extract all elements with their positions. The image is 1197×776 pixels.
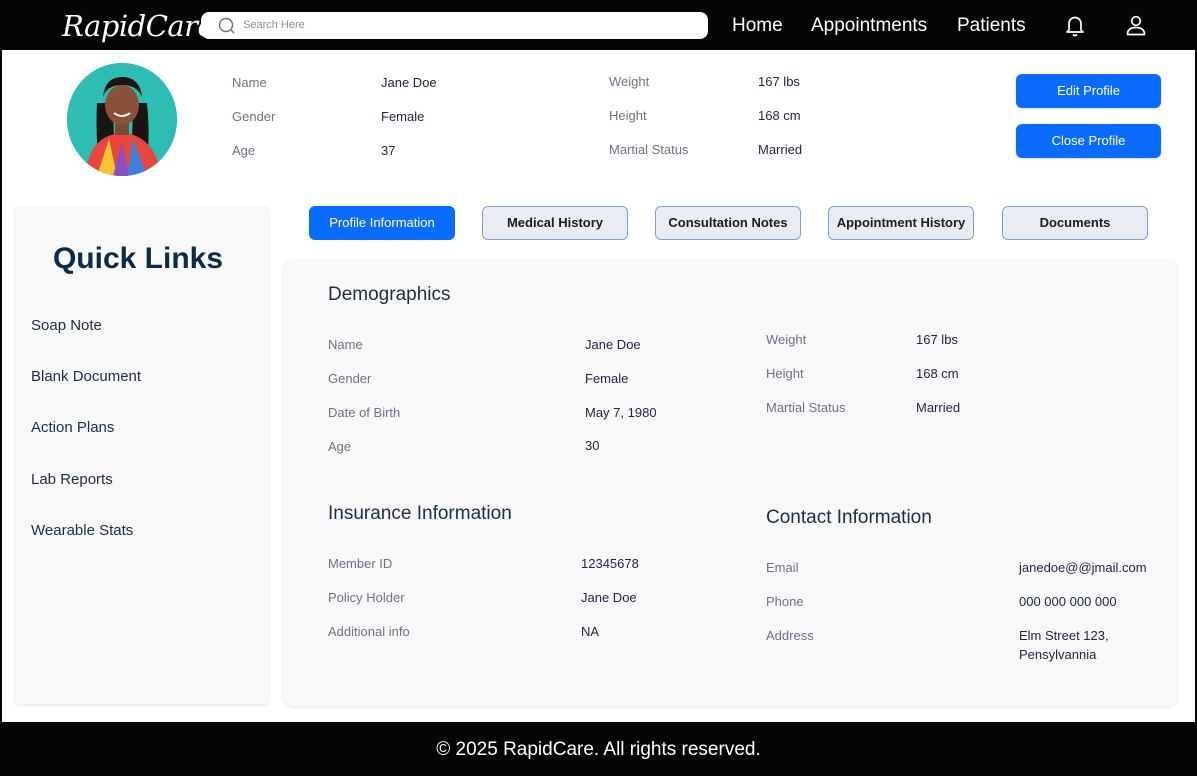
contact-email[interactable]: janedoe@@jmail.com (1019, 560, 1147, 576)
contact-address-line1: Elm Street 123, (1019, 628, 1109, 643)
footer-copyright: © 2025 RapidCare. All rights reserved. (436, 739, 761, 760)
demo-gender-label: Gender (328, 371, 372, 386)
bell-icon[interactable] (1063, 13, 1087, 37)
profile-name: Jane Doe (381, 75, 437, 90)
contact-email-label: Email (766, 560, 799, 575)
demo-height-label: Height (766, 366, 804, 381)
demo-gender: Female (585, 371, 629, 386)
brand-logo[interactable]: RapidCare (62, 8, 215, 44)
tab-documents[interactable]: Documents (1002, 206, 1148, 240)
quick-links-panel: Quick Links Soap Note Blank Document Act… (16, 207, 268, 704)
quick-link-soap-note[interactable]: Soap Note (31, 317, 102, 335)
profile-weight: 167 lbs (758, 74, 800, 89)
quick-link-lab-reports[interactable]: Lab Reports (31, 471, 113, 489)
demo-weight-label: Weight (766, 332, 807, 347)
tab-profile-information[interactable]: Profile Information (309, 206, 455, 240)
insurance-additional-label: Additional info (328, 624, 410, 639)
avatar (67, 63, 177, 176)
quick-link-action-plans[interactable]: Action Plans (31, 419, 114, 437)
profile-name-label: Name (232, 75, 267, 90)
profile-weight-label: Weight (609, 74, 650, 89)
demo-dob-label: Date of Birth (328, 405, 401, 420)
insurance-holder-label: Policy Holder (328, 590, 405, 605)
contact-phone: 000 000 000 000 (1019, 594, 1117, 609)
demo-marital-label: Martial Status (766, 400, 846, 415)
demo-name: Jane Doe (585, 337, 641, 352)
demo-height: 168 cm (916, 366, 959, 381)
tab-appointment-history[interactable]: Appointment History (828, 206, 974, 240)
demographics-title: Demographics (328, 284, 451, 305)
quick-link-wearable-stats[interactable]: Wearable Stats (31, 522, 133, 540)
contact-phone-label: Phone (766, 594, 804, 609)
profile-height-label: Height (609, 108, 647, 123)
patient-photo (67, 63, 177, 176)
search-bar[interactable]: Search Here (201, 12, 708, 39)
insurance-member-id: 12345678 (581, 556, 639, 571)
demo-age-label: Age (328, 439, 352, 454)
insurance-member-label: Member ID (328, 556, 393, 571)
profile-height: 168 cm (758, 108, 801, 123)
profile-gender: Female (381, 109, 425, 124)
quick-link-blank-document[interactable]: Blank Document (31, 368, 141, 386)
top-nav: RapidCare Search Here Home Appointments … (0, 0, 1197, 50)
profile-marital: Married (758, 142, 803, 157)
profile-age: 37 (381, 143, 396, 158)
profile-age-label: Age (232, 143, 256, 158)
edit-profile-button[interactable]: Edit Profile (1016, 74, 1161, 108)
demo-name-label: Name (328, 337, 363, 352)
demo-weight: 167 lbs (916, 332, 958, 347)
insurance-additional-info: NA (581, 624, 600, 639)
profile-information-card: Demographics Name Jane Doe Gender Female… (284, 260, 1177, 706)
nav-appointments[interactable]: Appointments (811, 14, 927, 38)
search-input[interactable]: Search Here (243, 18, 305, 32)
demo-age: 30 (585, 438, 600, 453)
insurance-title: Insurance Information (328, 503, 512, 524)
nav-home[interactable]: Home (732, 14, 783, 38)
contact-address-line2: Pensylvannia (1019, 647, 1097, 662)
demo-dob: May 7, 1980 (585, 405, 657, 420)
tab-medical-history[interactable]: Medical History (482, 206, 628, 240)
user-icon[interactable] (1124, 13, 1148, 37)
demo-marital: Married (916, 400, 961, 415)
insurance-policy-holder: Jane Doe (581, 590, 637, 605)
tab-consultation-notes[interactable]: Consultation Notes (655, 206, 801, 240)
contact-address-label: Address (766, 628, 814, 643)
profile-marital-label: Martial Status (609, 142, 689, 157)
search-icon (218, 17, 235, 34)
footer: © 2025 RapidCare. All rights reserved. (0, 722, 1197, 776)
contact-title: Contact Information (766, 507, 932, 528)
quick-links-title: Quick Links (52, 242, 224, 275)
close-profile-button[interactable]: Close Profile (1016, 124, 1161, 158)
nav-patients[interactable]: Patients (957, 14, 1026, 38)
profile-gender-label: Gender (232, 109, 276, 124)
